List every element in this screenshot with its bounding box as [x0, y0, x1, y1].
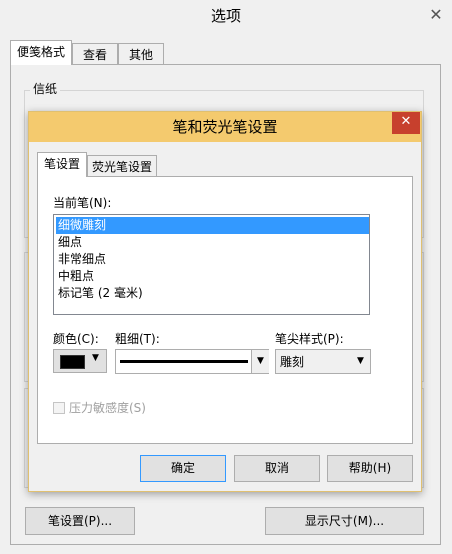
chevron-down-icon: ▼	[92, 353, 99, 363]
color-swatch	[60, 355, 85, 369]
tab-note-format[interactable]: 便笺格式	[10, 40, 72, 65]
tip-style-combo[interactable]: 雕刻 ▼	[275, 349, 371, 374]
close-icon[interactable]: ✕	[420, 0, 452, 30]
tab-pen-settings[interactable]: 笔设置	[37, 152, 87, 177]
thickness-label: 粗细(T):	[115, 332, 160, 346]
chevron-down-icon: ▼	[357, 356, 364, 366]
thickness-line-preview	[120, 360, 248, 363]
tab-view[interactable]: 查看	[72, 43, 118, 64]
pressure-sensitivity-checkbox[interactable]	[53, 402, 65, 414]
tip-style-value: 雕刻	[280, 355, 305, 369]
dialog-title: 笔和荧光笔设置	[172, 118, 278, 136]
pen-list-item[interactable]: 非常细点	[56, 251, 369, 268]
chevron-down-icon: ▼	[251, 350, 269, 373]
pen-list-item[interactable]: 细微雕刻	[56, 217, 369, 234]
pen-highlighter-dialog: 笔和荧光笔设置 ✕ 笔设置 荧光笔设置 当前笔(N): 细微雕刻 细点 非常细点…	[28, 111, 422, 492]
color-label: 颜色(C):	[53, 332, 99, 346]
color-picker[interactable]: ▼	[53, 349, 107, 373]
display-size-button[interactable]: 显示尺寸(M)...	[265, 507, 424, 535]
close-icon[interactable]: ✕	[392, 112, 420, 134]
pen-listbox[interactable]: 细微雕刻 细点 非常细点 中粗点 标记笔 (2 毫米)	[53, 214, 370, 315]
pressure-sensitivity-label: 压力敏感度(S)	[69, 401, 146, 415]
tip-style-label: 笔尖样式(P):	[275, 332, 344, 346]
pen-settings-button[interactable]: 笔设置(P)...	[25, 507, 135, 535]
cancel-button[interactable]: 取消	[234, 455, 320, 482]
pen-list-item[interactable]: 标记笔 (2 毫米)	[56, 285, 369, 302]
ok-button[interactable]: 确定	[140, 455, 226, 482]
paper-group-label: 信纸	[30, 81, 61, 97]
current-pen-label: 当前笔(N):	[53, 196, 112, 210]
tab-other[interactable]: 其他	[118, 43, 164, 64]
tab-highlighter-settings[interactable]: 荧光笔设置	[87, 155, 157, 176]
pen-list-item[interactable]: 中粗点	[56, 268, 369, 285]
help-button[interactable]: 帮助(H)	[327, 455, 413, 482]
thickness-combo[interactable]: ▼	[115, 349, 269, 374]
pen-list-item[interactable]: 细点	[56, 234, 369, 251]
options-window-title: 选项	[210, 7, 241, 25]
